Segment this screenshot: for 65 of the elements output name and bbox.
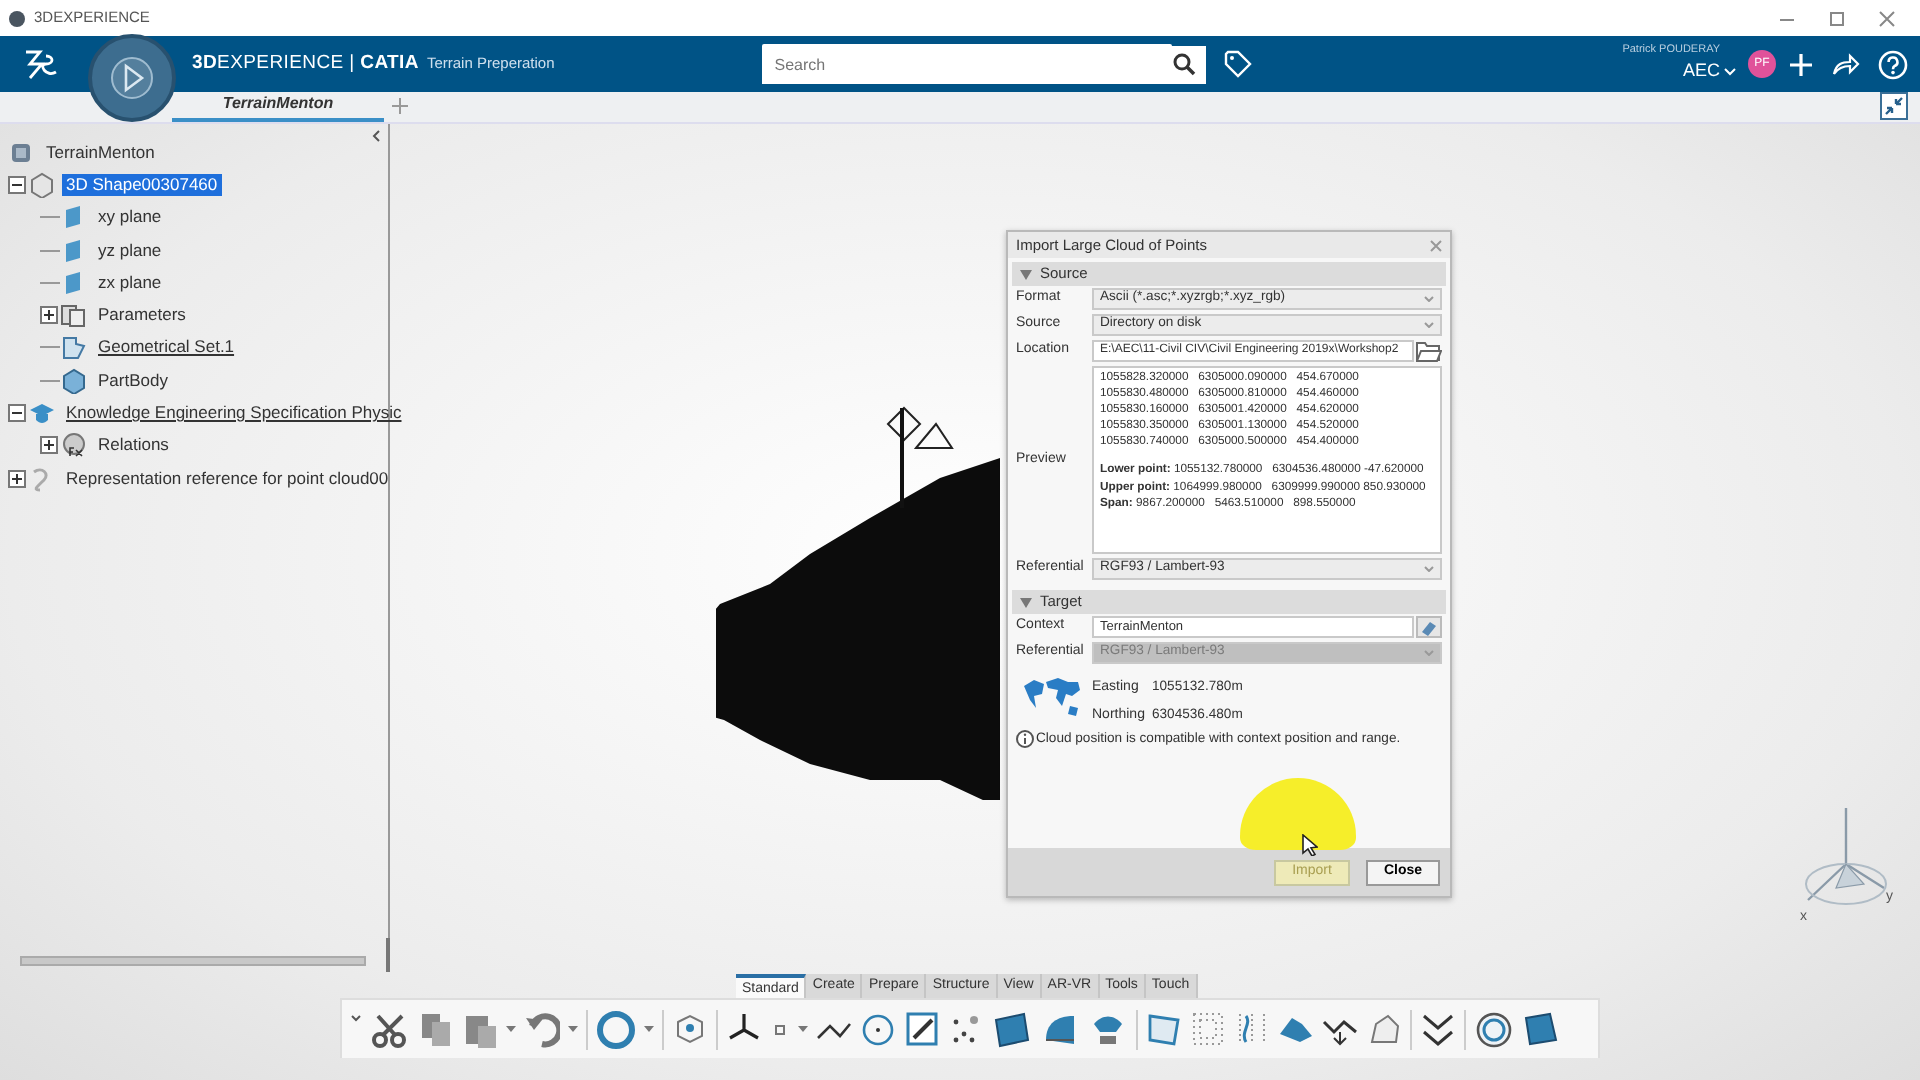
help-icon[interactable]	[1878, 49, 1908, 79]
circle-icon[interactable]	[860, 1009, 896, 1049]
chevron-down-icon[interactable]	[1724, 68, 1736, 76]
tree-item[interactable]: PartBody	[94, 369, 172, 392]
point-cluster-icon[interactable]	[672, 1009, 708, 1049]
tree-item[interactable]: Representation reference for point cloud00	[62, 467, 393, 490]
maximize-icon[interactable]	[1828, 9, 1846, 27]
tree-item[interactable]: Geometrical Set.1	[94, 336, 239, 359]
role-selector[interactable]: AEC	[1682, 58, 1720, 86]
app-logo-icon	[8, 9, 26, 27]
info-icon	[1016, 730, 1034, 748]
chevron-down-icon	[1424, 322, 1434, 328]
chevron-down-icon	[1424, 296, 1434, 302]
share-icon[interactable]	[1832, 52, 1860, 76]
search-field[interactable]: Search	[762, 45, 1207, 83]
deform-surface-icon[interactable]	[1522, 1009, 1558, 1049]
tree-item[interactable]: yz plane	[94, 239, 166, 262]
tree-item[interactable]: Knowledge Engineering Specification Physic	[62, 402, 406, 425]
caret-down-icon[interactable]	[1020, 597, 1032, 607]
part-icon	[28, 171, 54, 198]
search-icon[interactable]	[1172, 52, 1197, 76]
chevron-down-icon	[1424, 650, 1434, 656]
zigzag-arrows-icon[interactable]	[1420, 1009, 1456, 1049]
product-icon	[8, 139, 34, 166]
formula-icon	[60, 432, 86, 459]
expand-node-icon[interactable]	[40, 436, 58, 455]
horizontal-scrollbar[interactable]	[20, 956, 366, 966]
gear-disc-icon[interactable]	[1474, 1009, 1514, 1049]
collapse-icon[interactable]	[1880, 92, 1908, 120]
parameters-icon	[60, 302, 86, 329]
copy-icon[interactable]	[418, 1009, 454, 1049]
tree-item[interactable]: Relations	[94, 434, 173, 457]
mesh-object-icon[interactable]	[1366, 1009, 1402, 1049]
expand-node-icon[interactable]	[40, 306, 58, 325]
cap-icon	[28, 400, 54, 427]
world-map-icon	[1020, 674, 1084, 722]
tree-item[interactable]: 3D Shape00307460	[62, 173, 222, 196]
close-icon[interactable]	[1878, 9, 1896, 27]
plane-icon	[60, 204, 86, 231]
tree-item[interactable]: xy plane	[94, 206, 166, 229]
dotted-cloud-icon[interactable]	[1190, 1009, 1226, 1049]
geometry-set-icon	[60, 334, 86, 361]
collapse-node-icon[interactable]	[8, 404, 26, 423]
undo-icon[interactable]	[524, 1009, 560, 1049]
collapse-node-icon[interactable]	[8, 175, 26, 194]
sketch-icon[interactable]	[904, 1009, 940, 1049]
plus-icon[interactable]	[1788, 51, 1814, 77]
app-brand: 3DEXPERIENCE | CATIA	[192, 49, 419, 78]
chevron-down-icon	[1424, 566, 1434, 572]
quad-mesh-icon[interactable]	[1146, 1009, 1182, 1049]
eraser-icon[interactable]	[1416, 616, 1442, 638]
scissors-icon[interactable]	[370, 1009, 410, 1049]
plane-icon	[60, 269, 86, 296]
tree-item[interactable]: zx plane	[94, 271, 166, 294]
mesh-surface-icon[interactable]	[992, 1009, 1032, 1049]
expand-node-icon[interactable]	[8, 469, 26, 488]
tree-item[interactable]: Parameters	[94, 304, 190, 327]
caret-down-icon[interactable]	[1020, 269, 1032, 279]
mouse-pointer-icon	[1302, 834, 1318, 856]
tag-icon[interactable]	[1224, 50, 1253, 78]
body-icon	[60, 367, 86, 394]
ds-logo-icon[interactable]	[20, 46, 60, 82]
folder-icon[interactable]	[1416, 340, 1442, 362]
plane-icon	[60, 237, 86, 264]
tree-item[interactable]: TerrainMenton	[42, 141, 159, 164]
